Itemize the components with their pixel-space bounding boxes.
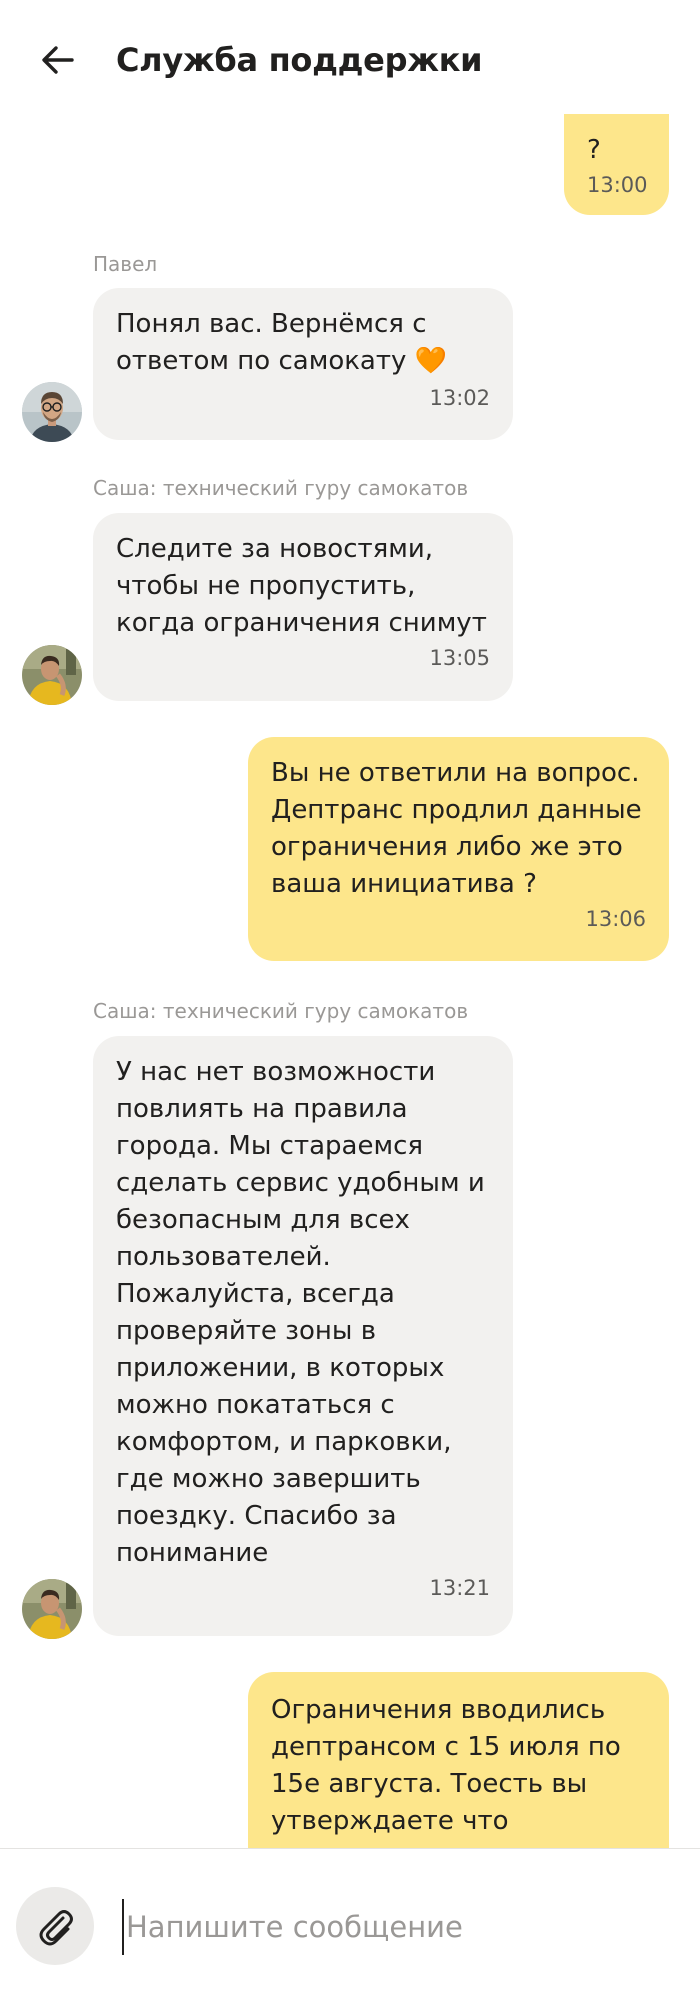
message-text: Вы не ответили на вопрос. Дептранс продл… bbox=[271, 758, 642, 899]
person-in-yellow-avatar[interactable] bbox=[22, 1579, 82, 1639]
message-text: ? bbox=[587, 135, 601, 165]
message-time: 13:02 bbox=[429, 386, 490, 410]
message-text: У нас нет возможности повлиять на правил… bbox=[116, 1057, 485, 1568]
man-with-glasses-avatar[interactable] bbox=[22, 382, 82, 442]
back-button[interactable] bbox=[34, 36, 82, 84]
message-time: 13:05 bbox=[429, 646, 490, 670]
message-bubble-incoming[interactable]: Понял вас. Вернёмся с ответом по самокат… bbox=[93, 288, 513, 440]
message-text: Следите за новостями, чтобы не пропустит… bbox=[116, 534, 487, 638]
message-text: Понял вас. Вернёмся с ответом по самокат… bbox=[116, 309, 448, 376]
arrow-left-icon bbox=[42, 46, 74, 74]
sender-name: Саша: технический гуру самокатов bbox=[93, 999, 469, 1023]
paperclip-icon bbox=[39, 1910, 73, 1946]
person-in-yellow-avatar[interactable] bbox=[22, 645, 82, 705]
message-bubble-outgoing[interactable]: Ограничения вводились дептрансом с 15 ию… bbox=[248, 1672, 669, 1848]
message-time: 13:00 bbox=[587, 173, 648, 197]
chat-screen: ? 13:00 Павел Понял вас. Вернёмся с отве… bbox=[0, 0, 700, 1989]
message-bubble-incoming[interactable]: У нас нет возможности повлиять на правил… bbox=[93, 1036, 513, 1636]
message-text: Ограничения вводились дептрансом с 15 ию… bbox=[271, 1695, 621, 1848]
header: Служба поддержки bbox=[0, 0, 700, 112]
sender-name: Павел bbox=[93, 252, 158, 276]
page-title: Служба поддержки bbox=[116, 41, 483, 79]
attach-button[interactable] bbox=[16, 1887, 94, 1965]
message-composer bbox=[0, 1848, 700, 1989]
message-bubble-outgoing[interactable]: Вы не ответили на вопрос. Дептранс продл… bbox=[248, 737, 669, 961]
message-input[interactable] bbox=[122, 1899, 662, 1955]
message-time: 13:06 bbox=[585, 907, 646, 931]
message-bubble-incoming[interactable]: Следите за новостями, чтобы не пропустит… bbox=[93, 513, 513, 701]
message-bubble-outgoing[interactable]: ? 13:00 bbox=[564, 114, 669, 215]
sender-name: Саша: технический гуру самокатов bbox=[93, 476, 469, 500]
message-list[interactable]: ? 13:00 Павел Понял вас. Вернёмся с отве… bbox=[0, 0, 700, 1848]
message-time: 13:21 bbox=[429, 1576, 490, 1600]
